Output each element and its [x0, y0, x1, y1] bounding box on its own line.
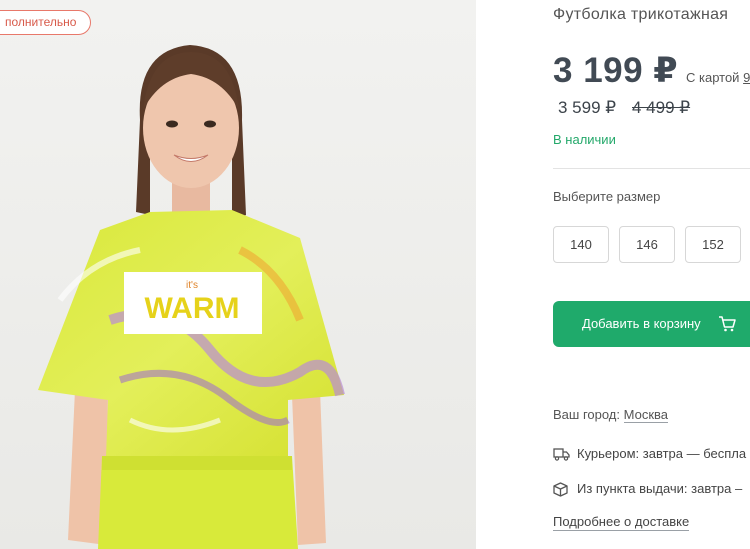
size-option-146[interactable]: 146 [619, 226, 675, 263]
truck-icon [553, 448, 570, 461]
stock-status: В наличии [553, 132, 616, 147]
product-gallery[interactable]: it's WARM полнительно [0, 0, 476, 549]
size-option-152[interactable]: 152 [685, 226, 741, 263]
shirt-print-small: it's [186, 280, 198, 291]
box-icon [553, 482, 568, 497]
shirt-print-big: WARM [145, 292, 240, 325]
card-note[interactable]: С картой 9 [686, 70, 750, 85]
size-label: Выберите размер [553, 189, 661, 204]
delivery-courier-text: Курьером: завтра — беспла [577, 446, 747, 461]
size-option-140[interactable]: 140 [553, 226, 609, 263]
city-prefix: Ваш город: [553, 407, 620, 422]
delivery-courier: Курьером: завтра — беспла [553, 446, 750, 464]
card-note-link[interactable]: 9 [743, 70, 750, 85]
delivery-pickup-text: Из пункта выдачи: завтра – [577, 481, 743, 496]
product-title: Футболка трикотажная [553, 6, 729, 23]
cart-icon [719, 316, 736, 332]
promo-badge[interactable]: полнительно [0, 10, 92, 35]
divider [553, 168, 750, 169]
delivery-pickup: Из пункта выдачи: завтра – [553, 481, 750, 499]
delivery-details-link[interactable]: Подробнее о доставке [553, 514, 690, 531]
city-selector: Ваш город: Москва [553, 407, 669, 423]
add-to-cart-label: Добавить в корзину [582, 316, 701, 331]
city-link[interactable]: Москва [623, 407, 669, 423]
add-to-cart-button[interactable]: Добавить в корзину [553, 301, 750, 347]
price-old: 4 499 ₽ [632, 98, 691, 117]
card-note-prefix: С картой [686, 70, 740, 85]
product-photo: it's WARM [0, 0, 476, 549]
price-current: 3 199 ₽ [553, 51, 679, 90]
price-with-card: 3 599 ₽ [558, 98, 617, 117]
